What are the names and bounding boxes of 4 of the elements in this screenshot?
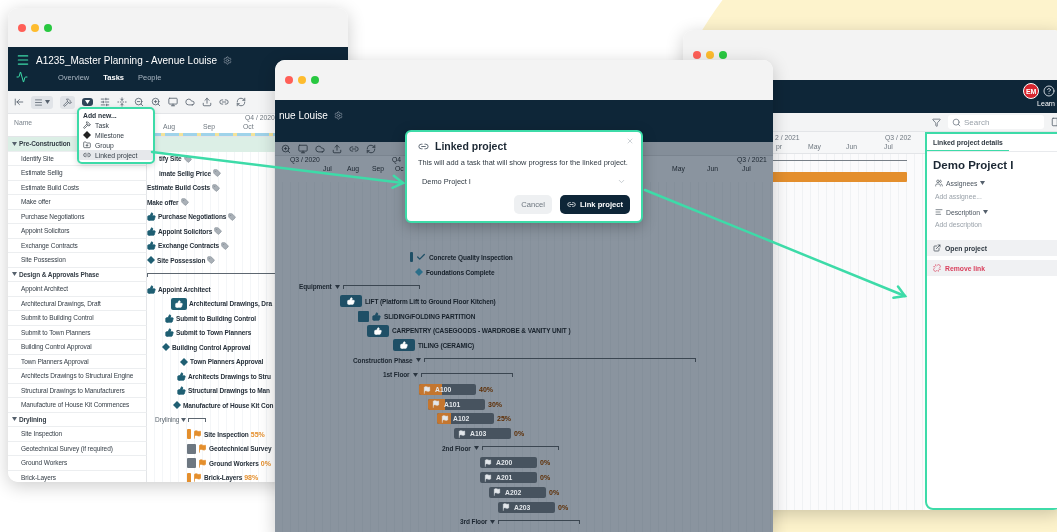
- project-title: Demo Project I: [932, 158, 1015, 173]
- window-title: nue Louise: [279, 110, 328, 121]
- window-title: A1235_Master Planning - Avenue Louise: [36, 54, 218, 66]
- dialog-title: Linked project: [435, 140, 507, 152]
